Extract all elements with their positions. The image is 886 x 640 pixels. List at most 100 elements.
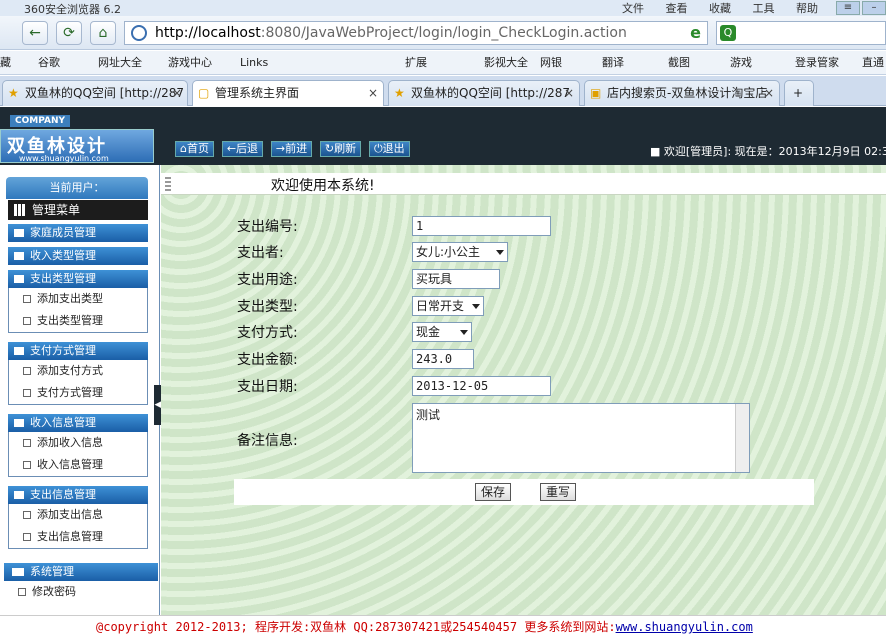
sidebar-group-family[interactable]: 家庭成员管理 xyxy=(8,224,148,242)
forward-button[interactable]: →前进 xyxy=(270,141,313,157)
sidebar-item-add-pay-method[interactable]: 添加支付方式 xyxy=(9,360,147,382)
close-icon[interactable]: × xyxy=(564,81,574,105)
menu-icon[interactable]: ≡ xyxy=(836,1,860,15)
sidebar-group-income-type[interactable]: 收入类型管理 xyxy=(8,247,148,265)
ie-engine-icon[interactable]: e xyxy=(690,22,701,44)
close-icon[interactable]: × xyxy=(368,81,378,105)
label-type: 支出类型: xyxy=(237,299,298,315)
search-engine-icon[interactable]: Q xyxy=(720,25,736,41)
page-icon xyxy=(23,295,31,303)
remark-textarea[interactable]: 测试 xyxy=(412,403,750,473)
logo: 双鱼林设计 www.shuangyulin.com xyxy=(0,129,154,163)
fav-item[interactable]: 影视大全 xyxy=(484,51,528,75)
chevron-down-icon xyxy=(460,330,468,335)
folder-icon xyxy=(12,568,24,576)
menu-tools[interactable]: 工具 xyxy=(753,2,775,15)
shield-icon xyxy=(131,25,147,41)
group-header[interactable]: 家庭成员管理 xyxy=(8,224,148,242)
group-header[interactable]: 支出信息管理 xyxy=(8,486,148,504)
payer-select[interactable]: 女儿:小公主 xyxy=(412,242,508,262)
new-tab-button[interactable]: + xyxy=(784,80,814,106)
sidebar-item-add-expense[interactable]: 添加支出信息 xyxy=(9,504,147,526)
browser-menu: 文件 查看 收藏 工具 帮助 xyxy=(622,0,836,16)
page-icon xyxy=(23,461,31,469)
page-icon xyxy=(23,511,31,519)
expense-id-field[interactable]: 1 xyxy=(412,216,551,236)
save-button[interactable]: 保存 xyxy=(475,483,512,501)
label-expense-id: 支出编号: xyxy=(237,219,298,235)
fav-item[interactable]: 扩展 xyxy=(405,51,427,75)
label-purpose: 支出用途: xyxy=(237,272,298,288)
browser-title-bar: 360安全浏览器 6.2 文件 查看 收藏 工具 帮助 ≡ – xyxy=(0,0,886,16)
chevron-down-icon xyxy=(496,250,504,255)
fav-item[interactable]: 登录管家 xyxy=(795,51,839,75)
sidebar-item-add-expense-type[interactable]: 添加支出类型 xyxy=(9,288,147,310)
footer-link[interactable]: www.shuangyulin.com xyxy=(616,620,753,634)
close-icon[interactable]: × xyxy=(172,81,182,105)
page-icon xyxy=(23,533,31,541)
label-remark: 备注信息: xyxy=(237,433,298,449)
menu-view[interactable]: 查看 xyxy=(666,2,688,15)
logout-button[interactable]: ⏻退出 xyxy=(368,141,410,157)
fav-item[interactable]: 游戏 xyxy=(730,51,752,75)
company-tag: COMPANY xyxy=(10,115,70,127)
fav-item[interactable]: 藏 xyxy=(0,51,11,75)
sidebar-item-expense-type-manage[interactable]: 支出类型管理 xyxy=(9,310,147,332)
address-bar[interactable]: http://localhost:8080/JavaWebProject/log… xyxy=(124,21,708,45)
date-field[interactable]: 2013-12-05 xyxy=(412,376,551,396)
fav-item[interactable]: 翻译 xyxy=(602,51,624,75)
amount-field[interactable]: 243.0 xyxy=(412,349,474,369)
menu-favorites[interactable]: 收藏 xyxy=(709,2,731,15)
group-header[interactable]: 支付方式管理 xyxy=(8,342,148,360)
sidebar-item-pay-method-manage[interactable]: 支付方式管理 xyxy=(9,382,147,404)
sidebar-item-change-password[interactable]: 修改密码 xyxy=(18,585,76,599)
group-header[interactable]: 收入信息管理 xyxy=(8,414,148,432)
fav-item[interactable]: 截图 xyxy=(668,51,690,75)
purpose-field[interactable]: 买玩具 xyxy=(412,269,500,289)
fav-item[interactable]: 网银 xyxy=(540,51,562,75)
tab-shop-search[interactable]: ▣ 店内搜索页-双鱼林设计淘宝店 × xyxy=(584,80,780,106)
star-icon: ★ xyxy=(8,86,19,100)
pay-method-select[interactable]: 现金 xyxy=(412,322,472,342)
sidebar-group-expense-type: 支出类型管理 添加支出类型 支出类型管理 xyxy=(8,270,148,333)
fav-item[interactable]: 网址大全 xyxy=(98,51,142,75)
fav-item[interactable]: 谷歌 xyxy=(38,51,60,75)
menu-file[interactable]: 文件 xyxy=(622,2,644,15)
fav-item[interactable]: Links xyxy=(240,51,268,75)
home-button[interactable]: ⌂首页 xyxy=(175,141,214,157)
minimize-icon[interactable]: – xyxy=(862,1,886,15)
favorites-bar: 藏 谷歌 网址大全 游戏中心 Links 扩展 影视大全 网银 翻译 截图 游戏… xyxy=(0,51,886,75)
url-host: http://localhost xyxy=(155,25,261,41)
home-icon[interactable]: ⌂ xyxy=(90,21,116,45)
star-icon: ★ xyxy=(394,86,405,100)
group-header[interactable]: 收入类型管理 xyxy=(8,247,148,265)
menu-help[interactable]: 帮助 xyxy=(796,2,818,15)
fav-item[interactable]: 游戏中心 xyxy=(168,51,212,75)
main-title-bar: 欢迎使用本系统! xyxy=(161,173,886,195)
search-input[interactable]: Q xyxy=(716,21,886,45)
sidebar-group-system[interactable]: 系统管理 xyxy=(4,563,158,581)
scrollbar[interactable] xyxy=(735,404,749,472)
group-header[interactable]: 支出类型管理 xyxy=(8,270,148,288)
logo-url: www.shuangyulin.com xyxy=(19,154,109,163)
tab-qq-space-2[interactable]: ★ 双鱼林的QQ空间 [http://287 × xyxy=(388,80,580,106)
app-nav: ⌂首页 ←后退 →前进 ↻刷新 ⏻退出 xyxy=(175,141,414,157)
close-icon[interactable]: × xyxy=(764,81,774,105)
tab-admin-main[interactable]: ▢ 管理系统主界面 × xyxy=(192,80,384,106)
type-select[interactable]: 日常开支 xyxy=(412,296,484,316)
back-button[interactable]: ←后退 xyxy=(221,141,264,157)
sidebar-item-income-manage[interactable]: 收入信息管理 xyxy=(9,454,147,476)
sidebar-item-add-income[interactable]: 添加收入信息 xyxy=(9,432,147,454)
refresh-icon[interactable]: ⟳ xyxy=(56,21,82,45)
fav-item[interactable]: 直通 xyxy=(862,51,884,75)
sidebar-item-expense-manage[interactable]: 支出信息管理 xyxy=(9,526,147,548)
reset-button[interactable]: 重写 xyxy=(540,483,577,501)
page-icon xyxy=(23,439,31,447)
page-icon xyxy=(23,317,31,325)
refresh-button[interactable]: ↻刷新 xyxy=(319,141,362,157)
page-title: 欢迎使用本系统! xyxy=(271,178,375,194)
folder-icon xyxy=(14,229,24,237)
button-row: 保存 重写 xyxy=(234,479,814,505)
tab-qq-space-1[interactable]: ★ 双鱼林的QQ空间 [http://287 × xyxy=(2,80,188,106)
back-arrow-icon[interactable]: ← xyxy=(22,21,48,45)
